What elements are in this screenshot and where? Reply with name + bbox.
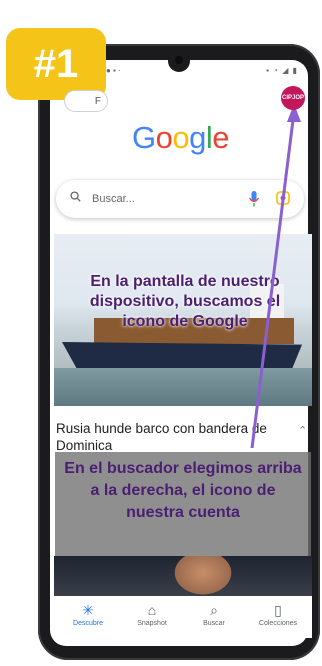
nav-snapshot[interactable]: ⌂ Snapshot — [122, 596, 182, 627]
tutorial-caption-bottom: En el buscador elegimos arriba a la dere… — [64, 460, 302, 521]
search-icon: ⌕ — [210, 602, 218, 618]
ship-hull — [62, 342, 302, 368]
logo-letter-e: e — [212, 120, 230, 155]
google-logo: Google — [132, 120, 230, 156]
asterisk-icon: ✳ — [82, 602, 94, 618]
collections-icon: ▯ — [274, 602, 282, 618]
account-avatar[interactable]: CIPJOP — [281, 86, 305, 110]
top-left-chip[interactable]: F — [64, 90, 108, 112]
logo-letter-g2: g — [189, 120, 206, 155]
tutorial-caption-top: En la pantalla de nuestro dispositivo, b… — [89, 273, 281, 330]
nav-label-snapshot: Snapshot — [137, 620, 167, 627]
status-right-icons: ▪ ◔ ◢ ▮ — [266, 66, 298, 75]
news-headline[interactable]: Rusia hunde barco con bandera de — [56, 420, 294, 438]
expand-icon[interactable]: ⌃ — [298, 424, 307, 437]
snapshot-icon: ⌂ — [147, 602, 157, 618]
step-number: #1 — [33, 41, 79, 86]
search-icon — [70, 191, 81, 202]
logo-letter-g: G — [132, 120, 156, 155]
nav-descubre[interactable]: ✳ Descubre — [58, 596, 118, 627]
news-headline-continued[interactable]: Dominica — [56, 438, 112, 453]
nav-label-descubre: Descubre — [73, 620, 103, 627]
bottom-navigation: ✳ Descubre ⌂ Snapshot ⌕ Buscar ▯ Colecci… — [54, 596, 312, 638]
search-input[interactable] — [92, 190, 232, 208]
nav-label-buscar: Buscar — [203, 620, 225, 627]
water — [54, 368, 312, 406]
nav-colecciones[interactable]: ▯ Colecciones — [248, 596, 308, 627]
nav-buscar[interactable]: ⌕ Buscar — [184, 596, 244, 627]
google-lens-icon[interactable] — [276, 191, 290, 205]
news-photo-face — [170, 556, 236, 598]
logo-letter-o2: o — [172, 120, 190, 155]
search-box[interactable] — [56, 180, 304, 218]
microphone-icon[interactable] — [248, 190, 260, 208]
nav-label-colecciones: Colecciones — [258, 620, 298, 627]
logo-letter-o1: o — [155, 120, 173, 155]
camera-notch — [168, 50, 190, 72]
status-left-icons: ● ▪ · — [106, 66, 121, 75]
